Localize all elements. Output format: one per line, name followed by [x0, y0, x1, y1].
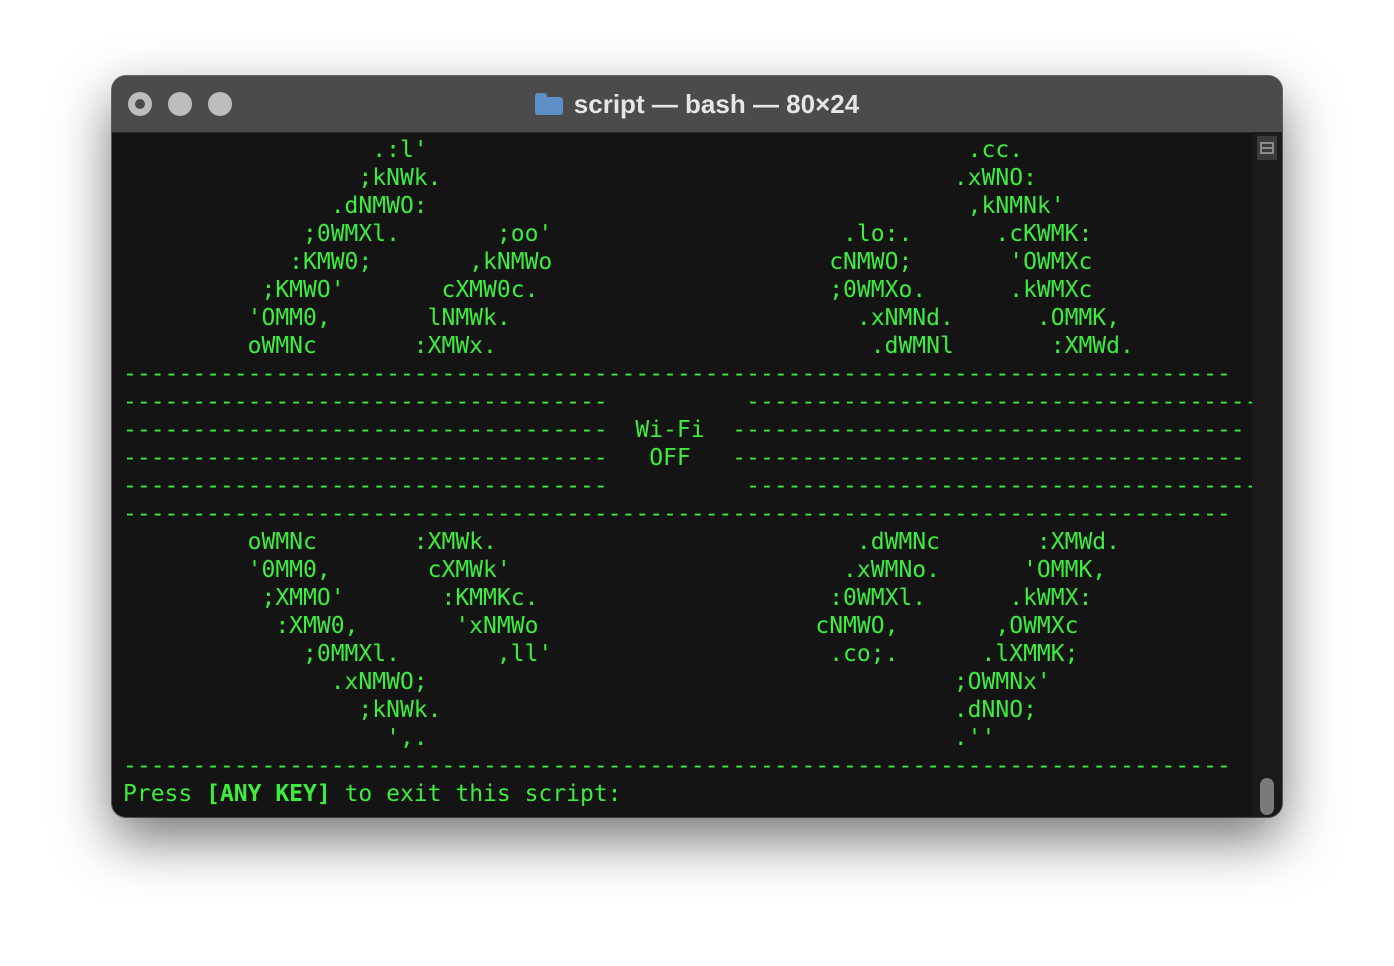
terminal-line: 'OMM0, lNMWk. .xNMNd. .OMMK, — [123, 305, 1120, 331]
terminal-line: ;0WMXl. ;oo' .lo:. .cKWMK: — [123, 221, 1093, 247]
split-pane-button[interactable] — [1257, 136, 1277, 160]
separator-line: ----------------------------------- ----… — [123, 389, 1259, 415]
terminal-line: :KMW0; ,kNMWo cNMWO; 'OWMXc — [123, 249, 1093, 275]
terminal-window: script — bash — 80×24 .:l' .cc. ;kNWk. .… — [112, 76, 1282, 817]
window-title-text: script — bash — 80×24 — [573, 88, 860, 119]
terminal-line: :XMW0, 'xNMWo cNMWO, ,OWMXc — [123, 613, 1079, 639]
split-view-icon — [1260, 142, 1274, 154]
wifi-status-line: ----------------------------------- OFF … — [123, 445, 1245, 471]
terminal-line: .:l' .cc. — [123, 137, 1024, 163]
terminal-line: .dNMWO: ,kNMNk' — [123, 193, 1065, 219]
terminal-line: ;0MMXl. ,ll' .co;. .lXMMK; — [123, 641, 1079, 667]
separator-line: ----------------------------------------… — [123, 753, 1231, 779]
terminal-line: oWMNc :XMWk. .dWMNc :XMWd. — [123, 529, 1120, 555]
terminal-line: ;KMWO' cXMW0c. ;0WMXo. .kWMXc — [123, 277, 1093, 303]
prompt-text-before: Press — [123, 781, 207, 807]
terminal-line: ',. .'' — [123, 725, 996, 751]
terminal-line: ;kNWk. .dNNO; — [123, 697, 1037, 723]
window-title: script — bash — 80×24 — [112, 76, 1282, 132]
separator-line: ----------------------------------- ----… — [123, 473, 1259, 499]
scrollbar-thumb[interactable] — [1260, 778, 1274, 815]
scrollbar[interactable] — [1252, 132, 1282, 817]
prompt-key-label: [ANY KEY] — [206, 781, 331, 807]
terminal-line: oWMNc :XMWx. .dWMNl :XMWd. — [123, 333, 1134, 359]
folder-icon — [534, 93, 563, 115]
separator-line: ----------------------------------------… — [123, 361, 1231, 387]
wifi-label-line: ----------------------------------- Wi-F… — [123, 417, 1245, 443]
title-bar[interactable]: script — bash — 80×24 — [112, 76, 1282, 133]
separator-line: ----------------------------------------… — [123, 501, 1231, 527]
terminal-line: .xNMWO; ;OWMNx' — [123, 669, 1051, 695]
terminal-line: '0MM0, cXMWk' .xWMNo. 'OMMK, — [123, 557, 1107, 583]
terminal-line: ;kNWk. .xWNO: — [123, 165, 1037, 191]
terminal-output[interactable]: .:l' .cc. ;kNWk. .xWNO: .dNMWO: ,kNMNk' … — [123, 136, 1258, 808]
exit-prompt: Press [ANY KEY] to exit this script: — [123, 780, 1258, 808]
terminal-line: ;XMMO' :KMMKc. :0WMXl. .kWMX: — [123, 585, 1093, 611]
prompt-text-after: to exit this script: — [330, 781, 622, 807]
